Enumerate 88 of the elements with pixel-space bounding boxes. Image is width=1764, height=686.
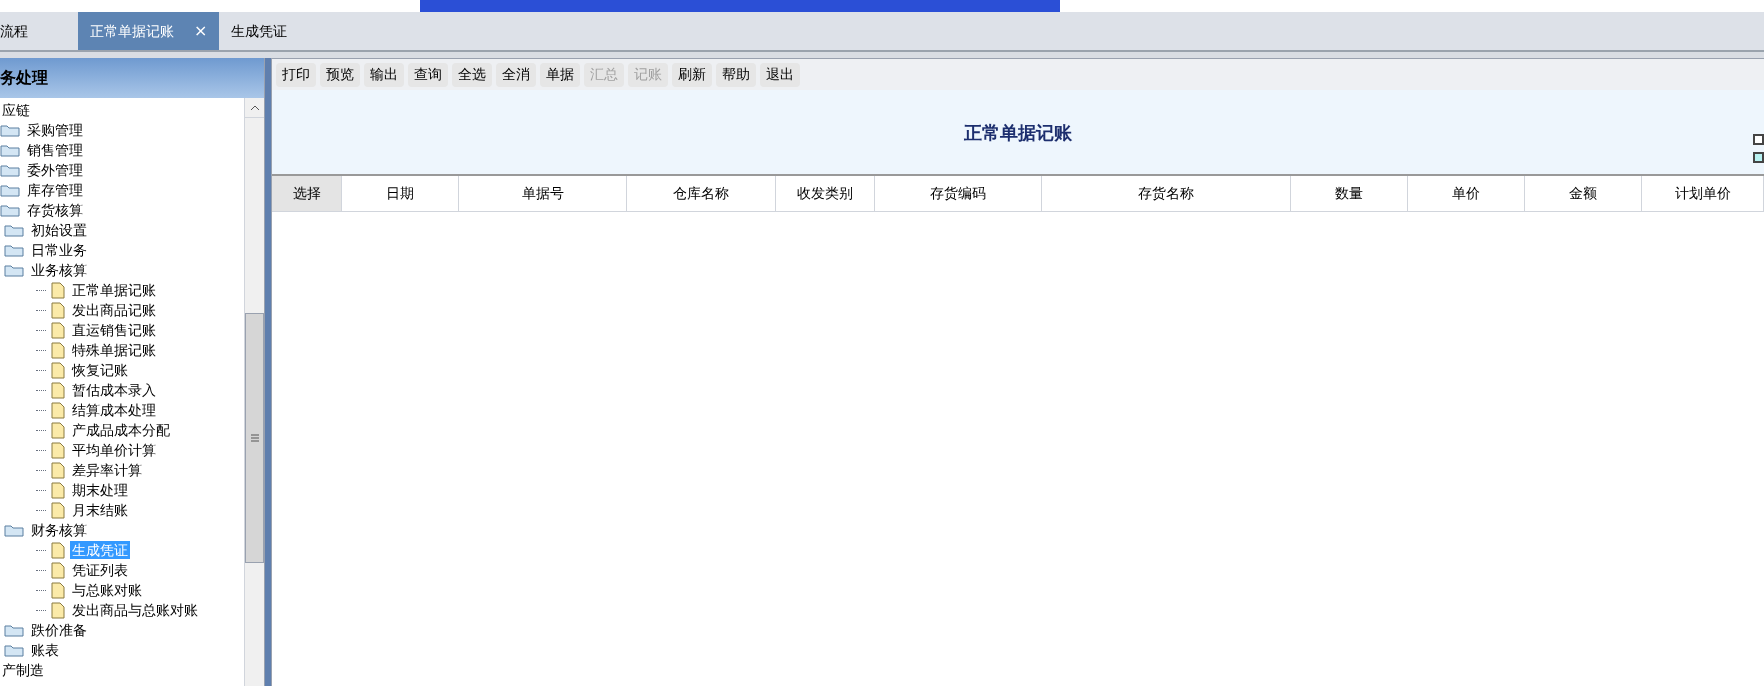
document-icon: [51, 381, 65, 399]
tree-item[interactable]: 跌价准备: [29, 621, 89, 639]
folder-icon: [4, 243, 24, 257]
document-icon: [51, 441, 65, 459]
folder-icon: [0, 183, 20, 197]
tree-item[interactable]: 结算成本处理: [70, 401, 158, 419]
tree-item[interactable]: 产成品成本分配: [70, 421, 172, 439]
document-icon: [51, 401, 65, 419]
tree-item[interactable]: 平均单价计算: [70, 441, 158, 459]
column-header: 金额: [1525, 176, 1642, 211]
tree-item[interactable]: 直运销售记账: [70, 321, 158, 339]
document-icon: [51, 561, 65, 579]
tree-item[interactable]: 存货核算: [25, 201, 85, 219]
tree-item[interactable]: 账表: [29, 641, 61, 659]
tree-item[interactable]: 委外管理: [25, 161, 85, 179]
tab[interactable]: 正常单据记账 ×: [78, 12, 220, 50]
toolbar-button[interactable]: 全选: [452, 62, 492, 87]
toolbar-button[interactable]: 查询: [408, 62, 448, 87]
column-header: 收发类别: [776, 176, 875, 211]
tree-item[interactable]: 业务核算: [29, 261, 89, 279]
toolbar-button[interactable]: 输出: [364, 62, 404, 87]
toolbar-button[interactable]: 刷新: [672, 62, 712, 87]
tree-item[interactable]: 凭证列表: [70, 561, 130, 579]
column-header: 单据号: [459, 176, 627, 211]
column-header: 存货名称: [1042, 176, 1291, 211]
column-header: 选择: [272, 176, 342, 211]
tree-item[interactable]: 发出商品记账: [70, 301, 158, 319]
document-icon: [51, 501, 65, 519]
tree-item[interactable]: 正常单据记账: [70, 281, 158, 299]
square-icon: [1753, 152, 1764, 163]
tree-item[interactable]: 财务核算: [29, 521, 89, 539]
toolbar-button[interactable]: 全消: [496, 62, 536, 87]
tree-item[interactable]: 恢复记账: [70, 361, 130, 379]
document-icon: [51, 601, 65, 619]
tree-item[interactable]: 特殊单据记账: [70, 341, 158, 359]
close-icon[interactable]: ×: [194, 19, 208, 43]
grip-icon: [250, 434, 259, 442]
tree-item[interactable]: 日常业务: [29, 241, 89, 259]
tab[interactable]: 生成凭证: [219, 12, 300, 50]
tree-item[interactable]: 销售管理: [25, 141, 85, 159]
document-icon: [51, 341, 65, 359]
toolbar-button[interactable]: 退出: [760, 62, 800, 87]
tree-item[interactable]: 差异率计算: [70, 461, 144, 479]
folder-icon: [4, 643, 24, 657]
sidebar-title: 务处理: [0, 58, 264, 98]
scrollbar-thumb[interactable]: [245, 313, 264, 563]
column-header: 仓库名称: [627, 176, 776, 211]
column-header: 单价: [1408, 176, 1525, 211]
folder-icon: [4, 523, 24, 537]
tree-item[interactable]: 月末结账: [70, 501, 130, 519]
toolbar-button[interactable]: 帮助: [716, 62, 756, 87]
up-caret-icon[interactable]: [249, 104, 260, 111]
document-icon: [51, 321, 65, 339]
square-icon: [1753, 134, 1764, 145]
column-header: 存货编码: [875, 176, 1042, 211]
document-icon: [51, 541, 65, 559]
page-title: 正常单据记账: [964, 120, 1072, 145]
folder-icon: [4, 263, 24, 277]
tree-item[interactable]: 产制造: [0, 661, 46, 679]
document-icon: [51, 301, 65, 319]
document-icon: [51, 581, 65, 599]
toolbar-button[interactable]: 单据: [540, 62, 580, 87]
document-icon: [51, 361, 65, 379]
tree-item[interactable]: 期末处理: [70, 481, 130, 499]
folder-icon: [0, 203, 20, 217]
column-header: 计划单价: [1642, 176, 1764, 211]
tab[interactable]: 流程: [0, 12, 78, 50]
folder-icon: [4, 223, 24, 237]
folder-icon: [0, 163, 20, 177]
folder-icon: [0, 123, 20, 137]
column-header: 日期: [342, 176, 459, 211]
document-icon: [51, 281, 65, 299]
document-icon: [51, 481, 65, 499]
column-header: 数量: [1291, 176, 1408, 211]
toolbar-button[interactable]: 打印: [276, 62, 316, 87]
tree-item[interactable]: 应链: [0, 101, 32, 119]
document-icon: [51, 421, 65, 439]
tree-item[interactable]: 与总账对账: [70, 581, 144, 599]
document-icon: [51, 461, 65, 479]
folder-icon: [0, 143, 20, 157]
tree-item[interactable]: 暂估成本录入: [70, 381, 158, 399]
scrollbar[interactable]: [244, 98, 264, 686]
tree-item[interactable]: 库存管理: [25, 181, 85, 199]
tree-item[interactable]: 采购管理: [25, 121, 85, 139]
tree-item[interactable]: 发出商品与总账对账: [70, 601, 200, 619]
folder-icon: [4, 623, 24, 637]
toolbar-button[interactable]: 预览: [320, 62, 360, 87]
tree-item[interactable]: 初始设置: [29, 221, 89, 239]
